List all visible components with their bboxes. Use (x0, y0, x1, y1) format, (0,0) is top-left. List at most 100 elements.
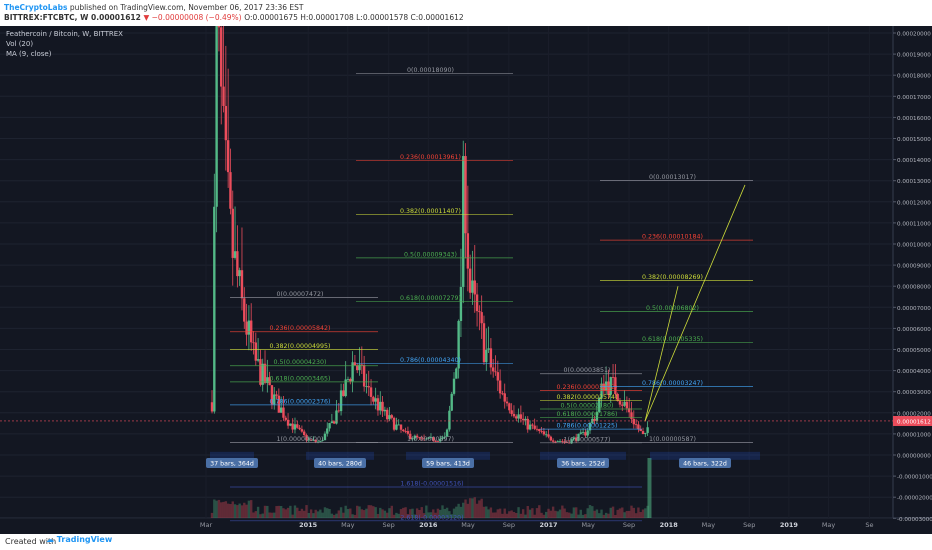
volume-bar (579, 509, 582, 518)
tradingview-logo[interactable]: ☁ TradingView (46, 535, 112, 544)
candle-body (519, 414, 523, 419)
volume-bar (323, 507, 327, 518)
price-axis-label: 0.00011000 (897, 221, 931, 227)
volume-bar (478, 500, 481, 518)
volume-bar (392, 514, 396, 518)
candle-body (217, 11, 221, 28)
volume-bar (517, 507, 520, 518)
volume-bar (621, 507, 624, 518)
price-axis-label: 0.00013000 (897, 179, 931, 185)
volume-bar (600, 509, 603, 518)
price-axis-label: -0.00003000 (897, 517, 932, 523)
fib-level-label: 1(0.00000597) (407, 436, 454, 443)
volume-bar (215, 500, 218, 518)
candle-body (611, 377, 615, 378)
candle-body (247, 320, 251, 335)
author-link[interactable]: TheCryptoLabs (4, 3, 67, 12)
time-axis-label: May (341, 521, 355, 529)
volume-bar (226, 503, 230, 518)
candle-body (365, 386, 368, 387)
candle-body (229, 172, 232, 209)
time-axis-label: May (461, 521, 475, 529)
candle-body (395, 424, 398, 430)
candle-body (618, 401, 622, 405)
volume-bar (229, 504, 232, 518)
candle-body (392, 417, 396, 430)
volume-bar (372, 506, 375, 518)
candle-body (579, 432, 582, 434)
time-axis-label: May (822, 521, 836, 529)
volume-bar (300, 508, 304, 518)
publish-header: TheCryptoLabs published on TradingView.c… (0, 0, 932, 26)
time-axis-label: Sep (503, 521, 515, 529)
volume-bar (303, 510, 306, 518)
candle-body (526, 418, 529, 430)
volume-bar (551, 506, 555, 518)
volume-bar (321, 512, 324, 518)
price-axis-label: 0.00012000 (897, 200, 931, 206)
candle-body (496, 372, 500, 381)
price-axis-label: 0.00017000 (897, 95, 931, 101)
fib-level-label: 0.618(0.00007279) (400, 295, 461, 302)
candle-body (533, 425, 536, 429)
candle-body (531, 424, 534, 426)
time-axis-label: Sep (743, 521, 755, 529)
candle-body (369, 387, 373, 397)
volume-bar (273, 512, 276, 518)
candle-body (621, 404, 624, 406)
candle-body (254, 342, 258, 361)
candle-body (284, 417, 287, 420)
volume-bar (593, 510, 596, 518)
candle-body (630, 412, 633, 419)
fib-level-label: 0.5(0.00002180) (561, 403, 614, 410)
volume-bar (254, 511, 258, 518)
volume-bar (263, 505, 267, 518)
price-axis-label: 0.00005000 (897, 348, 931, 354)
volume-bar (466, 503, 470, 518)
chart-legend: Feathercoin / Bitcoin, W, BITTREX Vol (2… (6, 29, 123, 59)
volume-bar (213, 499, 216, 518)
volume-bar (487, 509, 490, 518)
volume-bar (473, 497, 476, 518)
volume-bar (279, 505, 283, 518)
volume-bar (367, 505, 370, 518)
volume-bar (581, 514, 585, 518)
cloud-icon: ☁ (46, 535, 54, 544)
volume-bar (309, 509, 313, 518)
candle-body (556, 441, 559, 443)
candle-body (551, 440, 555, 442)
volume-bar (577, 514, 580, 518)
bar-range-label: 36 bars, 252d (561, 461, 605, 468)
volume-bar (328, 508, 331, 518)
candle-body (478, 311, 481, 313)
time-axis-label: May (581, 521, 595, 529)
volume-bar (339, 507, 343, 518)
candle-body (459, 286, 463, 321)
volume-bar (284, 509, 287, 518)
candle-body (473, 280, 476, 295)
candle-body (455, 368, 458, 379)
volume-bar (346, 508, 350, 518)
candle-body (542, 431, 546, 435)
candle-body (462, 156, 465, 287)
volume-bar (358, 506, 361, 518)
price-axis-label: 0.00014000 (897, 158, 931, 164)
bar-range-label: 59 bars, 413d (426, 461, 470, 468)
volume-bar (307, 513, 311, 518)
volume-bar (256, 506, 260, 518)
fib-level-label: 0(0.00003851) (564, 367, 611, 374)
fib-level-label: 1(0.00000587) (649, 436, 696, 443)
time-axis-label: May (702, 521, 716, 529)
legend-title: Feathercoin / Bitcoin, W, BITTREX (6, 30, 123, 38)
volume-bar (489, 507, 493, 518)
volume-bar (519, 513, 523, 518)
volume-bar (568, 512, 571, 518)
volume-bar (249, 500, 253, 518)
candle-body (623, 401, 626, 406)
candle-body (215, 11, 218, 207)
fib-level-label: 0.236(0.00010184) (642, 234, 703, 241)
volume-bar (468, 498, 472, 518)
chart-area[interactable]: 0.00020000 0.00019000 0.00018000 0.00017000… (0, 0, 932, 534)
volume-bar (609, 507, 612, 518)
price-chart[interactable]: 0.00020000 0.00019000 0.00018000 0.00017000… (0, 0, 932, 534)
